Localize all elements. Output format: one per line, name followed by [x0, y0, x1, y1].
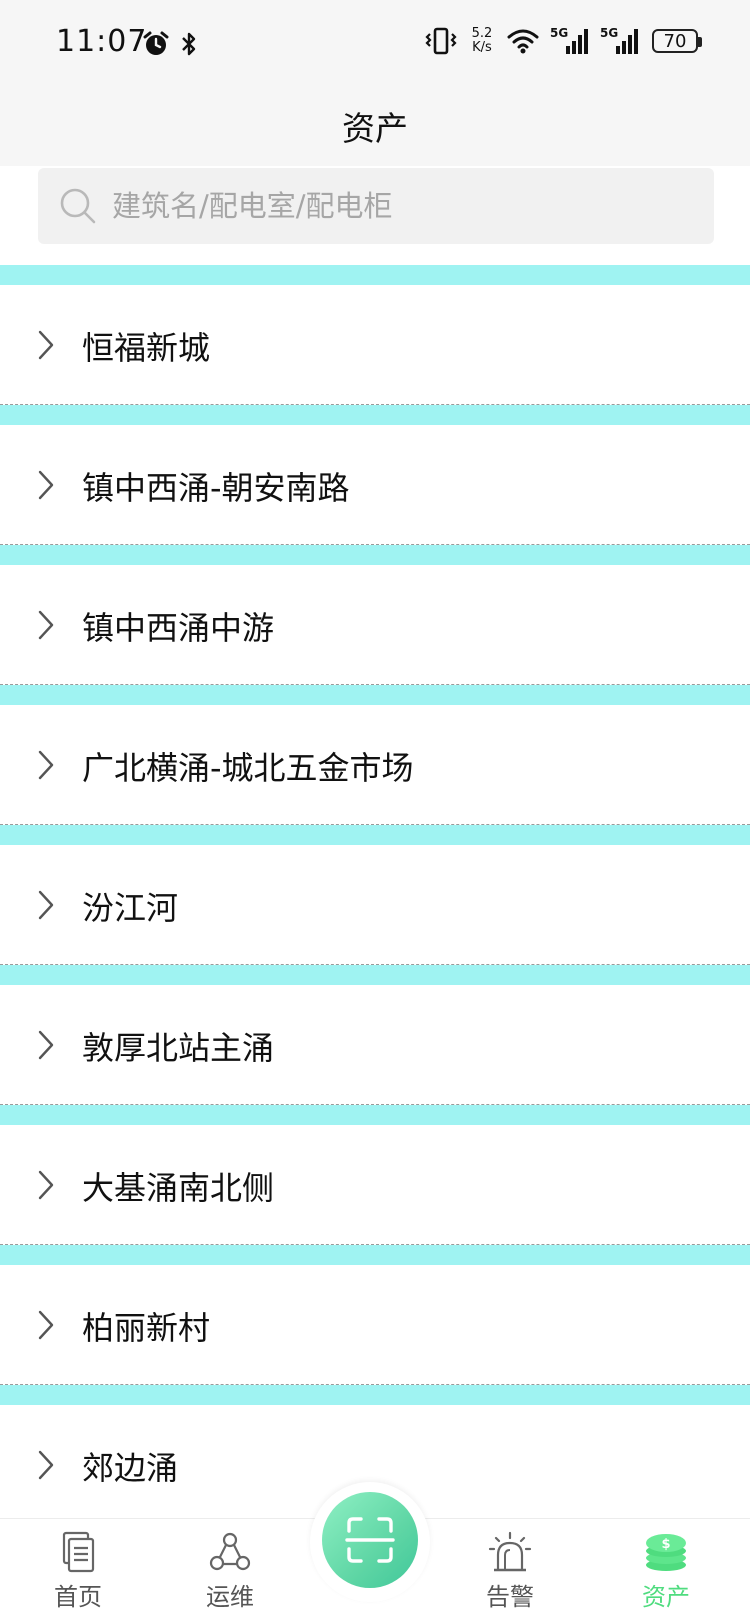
asset-page: 11:07 5.2 K/s 5G 5G 70 资产 建筑名/配电室/配电柜 恒福…: [0, 0, 750, 1624]
list-item-label: 汾江河: [82, 889, 179, 927]
list-item-label: 镇中西涌-朝安南路: [82, 469, 350, 507]
signal-bars-icon: [616, 29, 638, 54]
document-icon: [62, 1531, 95, 1573]
network-speed-value: 5.2: [471, 26, 493, 41]
status-left-icons: [142, 30, 198, 58]
list-item[interactable]: 广北横涌-城北五金市场: [0, 685, 750, 825]
bluetooth-icon: [182, 32, 196, 56]
signal-bars-icon: [566, 29, 588, 54]
nav-label-assets: 资产: [642, 1583, 690, 1611]
list-item[interactable]: 镇中西涌-朝安南路: [0, 405, 750, 545]
list-item-label: 郊边涌: [82, 1449, 179, 1487]
list-item[interactable]: 大基涌南北侧: [0, 1105, 750, 1245]
chevron-right-icon: [38, 1450, 54, 1480]
list-item-label: 镇中西涌中游: [82, 609, 275, 647]
nav-item-assets[interactable]: $ 资产: [606, 1531, 726, 1612]
vibrate-icon: [425, 27, 457, 55]
chevron-right-icon: [38, 1170, 54, 1200]
nav-item-home[interactable]: 首页: [18, 1531, 138, 1612]
chevron-right-icon: [38, 1030, 54, 1060]
alarm-light-icon: [488, 1531, 532, 1572]
list-item-label: 大基涌南北侧: [82, 1169, 275, 1207]
list-item[interactable]: 镇中西涌中游: [0, 545, 750, 685]
workflow-icon: [209, 1532, 251, 1571]
nav-label-ops: 运维: [206, 1583, 254, 1611]
status-time: 11:07: [56, 24, 148, 59]
chevron-right-icon: [38, 750, 54, 780]
search-icon: [60, 188, 96, 224]
search-input[interactable]: [112, 168, 692, 244]
network-speed-unit: K/s: [472, 40, 492, 55]
chevron-right-icon: [38, 1310, 54, 1340]
asset-list: 恒福新城 镇中西涌-朝安南路 镇中西涌中游 广北横涌-城北五金市场 汾江河 敦厚…: [0, 265, 750, 1525]
nav-label-alarm: 告警: [486, 1583, 534, 1611]
chevron-right-icon: [38, 890, 54, 920]
search-box[interactable]: [38, 168, 714, 244]
list-item-label: 柏丽新村: [82, 1309, 211, 1347]
status-bar: 11:07 5.2 K/s 5G 5G 70: [0, 0, 750, 88]
network-speed: 5.2 K/s: [468, 27, 496, 55]
list-item-label: 敦厚北站主涌: [82, 1029, 275, 1067]
chevron-right-icon: [38, 470, 54, 500]
list-item[interactable]: 敦厚北站主涌: [0, 965, 750, 1105]
nav-item-alarm[interactable]: 告警: [450, 1531, 570, 1612]
wifi-icon: [507, 29, 539, 54]
nav-item-ops[interactable]: 运维: [170, 1531, 290, 1612]
battery-indicator: 70: [652, 29, 702, 53]
alarm-clock-icon: [143, 31, 169, 55]
money-stack-icon: $: [646, 1534, 686, 1571]
list-item[interactable]: 恒福新城: [0, 265, 750, 405]
battery-level: 70: [663, 30, 687, 52]
list-item[interactable]: 柏丽新村: [0, 1245, 750, 1385]
signal-2: 5G: [600, 26, 640, 56]
scan-icon: [345, 1517, 395, 1563]
list-item-label: 广北横涌-城北五金市场: [82, 749, 414, 787]
signal-1: 5G: [550, 26, 590, 56]
svg-text:$: $: [661, 1537, 670, 1552]
list-item-label: 恒福新城: [82, 329, 211, 367]
chevron-right-icon: [38, 610, 54, 640]
page-title: 资产: [342, 109, 408, 148]
list-item[interactable]: 汾江河: [0, 825, 750, 965]
status-right-icons: 5.2 K/s 5G 5G 70: [424, 26, 702, 56]
scan-button[interactable]: [322, 1492, 418, 1588]
app-header: 资产: [0, 88, 750, 166]
nav-label-home: 首页: [54, 1583, 102, 1611]
scan-button-wrap: [310, 1482, 430, 1602]
chevron-right-icon: [38, 330, 54, 360]
